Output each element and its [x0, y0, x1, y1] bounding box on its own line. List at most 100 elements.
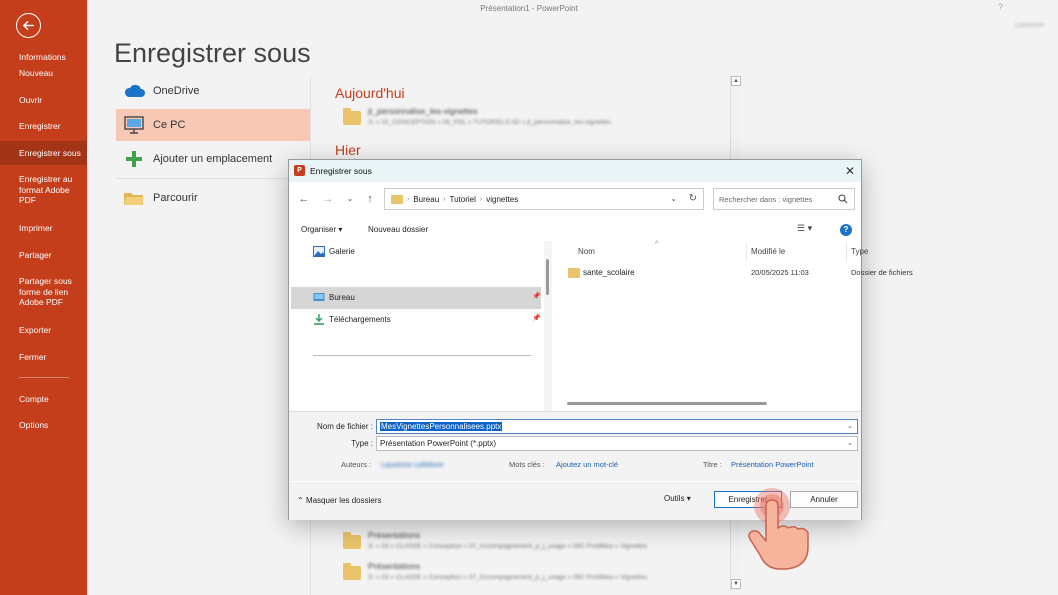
scroll-down-button[interactable]: ▼ — [731, 579, 741, 589]
nav-item-telechargements[interactable]: Téléchargements 📌 — [291, 309, 541, 331]
authors-value[interactable]: Laurence Lefebvre — [381, 460, 444, 469]
folder-icon — [343, 108, 361, 125]
recent-folder[interactable]: Présentations S: » 03 » CLASSE » Concept… — [343, 561, 723, 591]
navigation-pane: Galerie Bureau 📌 Téléchargements 📌 — [289, 241, 543, 411]
account-name[interactable]: Laurence — [1015, 22, 1044, 29]
title-value[interactable]: Présentation PowerPoint — [731, 460, 814, 469]
rail-item-exporter[interactable]: Exporter — [0, 325, 87, 336]
refresh-icon[interactable]: ↻ — [689, 193, 697, 204]
pin-icon[interactable]: 📌 — [532, 314, 541, 322]
rail-item-informations[interactable]: Informations — [0, 52, 87, 63]
plus-icon — [121, 149, 147, 169]
location-divider — [116, 178, 310, 179]
location-browse[interactable]: Parcourir — [116, 182, 310, 214]
caret-down-icon: ▾ — [686, 494, 691, 503]
scroll-up-button[interactable]: ▲ — [731, 76, 741, 86]
window-title: Présentation1 - PowerPoint — [480, 4, 578, 13]
organize-menu[interactable]: Organiser ▾ — [301, 225, 342, 234]
forward-arrow-icon[interactable]: → — [321, 192, 335, 206]
hide-folders-toggle[interactable]: ⌃ Masquer les dossiers — [297, 496, 382, 505]
up-arrow-icon[interactable]: ↑ — [363, 192, 377, 206]
folder-icon — [343, 563, 361, 580]
recent-folder[interactable]: Présentations S: » 03 » CLASSE » Concept… — [343, 530, 723, 560]
column-header-modified[interactable]: Modifié le — [751, 247, 785, 256]
tags-value[interactable]: Ajoutez un mot-clé — [556, 460, 618, 469]
save-button[interactable]: Enregistrer — [714, 491, 782, 508]
save-form: Nom de fichier : MesVignettesPersonnalis… — [289, 411, 861, 481]
nav-item-bureau[interactable]: Bureau 📌 — [291, 287, 541, 309]
chevron-down-icon[interactable]: ⌄ — [670, 194, 677, 203]
tools-menu[interactable]: Outils ▾ — [664, 494, 691, 503]
scroll-thumb[interactable] — [546, 259, 549, 295]
nav-scrollbar[interactable] — [544, 241, 552, 411]
nav-item-galerie[interactable]: Galerie — [291, 241, 541, 263]
save-as-dialog: P Enregistrer sous ✕ ← → ⌄ ↑ › Bureau › … — [288, 159, 913, 520]
search-icon[interactable] — [838, 194, 848, 204]
back-button[interactable] — [16, 13, 41, 38]
pin-icon[interactable]: 📌 — [532, 292, 541, 300]
cloud-icon — [121, 81, 147, 101]
help-icon[interactable]: ? — [840, 224, 852, 236]
breadcrumb-vignettes[interactable]: vignettes — [482, 195, 522, 204]
location-label: Ajouter un emplacement — [153, 153, 273, 165]
rail-item-enregistrer-pdf[interactable]: Enregistrer au format Adobe PDF — [0, 174, 80, 206]
dialog-title: Enregistrer sous — [310, 166, 372, 176]
column-header-name[interactable]: Nom — [578, 247, 595, 256]
breadcrumb-bureau[interactable]: Bureau — [409, 195, 443, 204]
caret-down-icon: ▾ — [338, 225, 343, 234]
file-row[interactable]: sante_scolaire 20/05/2025 11:03 Dossier … — [553, 265, 913, 281]
location-onedrive[interactable]: OneDrive — [116, 75, 310, 107]
desktop-icon — [313, 293, 325, 301]
rail-item-partager-pdf[interactable]: Partager sous forme de lien Adobe PDF — [0, 276, 78, 308]
close-button[interactable]: ✕ — [842, 163, 858, 179]
rail-item-enregistrer-sous[interactable]: Enregistrer sous — [0, 141, 87, 165]
powerpoint-icon: P — [294, 165, 305, 176]
rail-item-nouveau[interactable]: Nouveau — [0, 68, 87, 79]
rail-item-partager[interactable]: Partager — [0, 250, 87, 261]
backstage-rail: Informations Nouveau Ouvrir Enregistrer … — [0, 0, 87, 595]
breadcrumb-tutoriel[interactable]: Tutoriel — [445, 195, 479, 204]
type-label: Type : — [351, 439, 373, 448]
dialog-footer: ⌃ Masquer les dossiers Outils ▾ Enregist… — [289, 482, 861, 520]
nav-divider — [313, 355, 531, 356]
file-type-select[interactable]: Présentation PowerPoint (*.pptx) ⌄ — [376, 436, 858, 451]
folder-icon — [391, 194, 403, 204]
command-bar: Organiser ▾ Nouveau dossier ☰ ▾ ? — [289, 220, 861, 240]
location-ce-pc[interactable]: Ce PC — [116, 109, 310, 141]
rail-item-ouvrir[interactable]: Ouvrir — [0, 95, 87, 106]
folder-open-icon — [121, 188, 147, 208]
folder-icon — [568, 268, 580, 278]
back-arrow-icon[interactable]: ← — [297, 192, 311, 206]
rail-item-options[interactable]: Options — [0, 420, 87, 431]
chevron-down-icon[interactable]: ⌄ — [847, 422, 853, 430]
new-folder-button[interactable]: Nouveau dossier — [368, 225, 428, 234]
location-add-place[interactable]: Ajouter un emplacement — [116, 143, 310, 175]
search-field[interactable] — [713, 188, 855, 210]
rail-item-imprimer[interactable]: Imprimer — [0, 223, 87, 234]
address-bar[interactable]: › Bureau › Tutoriel › vignettes ⌄ ↻ — [384, 188, 704, 210]
location-label: Ce PC — [153, 119, 186, 131]
recent-heading-yesterday: Hier — [335, 142, 361, 158]
tags-label: Mots clés : — [509, 460, 545, 469]
computer-icon — [121, 115, 147, 135]
search-input[interactable] — [719, 192, 829, 206]
chevron-down-icon[interactable]: ⌄ — [343, 192, 357, 206]
recent-folder[interactable]: jt_personnalise_les-vignettes S: » 02_CO… — [343, 106, 723, 136]
view-options-icon[interactable]: ☰ ▾ — [797, 223, 812, 234]
caret-up-icon: ⌃ — [297, 496, 304, 505]
rail-item-enregistrer[interactable]: Enregistrer — [0, 121, 87, 132]
authors-label: Auteurs : — [341, 460, 372, 469]
rail-item-compte[interactable]: Compte — [0, 394, 87, 405]
help-button[interactable]: ? — [998, 2, 1003, 12]
rail-item-fermer[interactable]: Fermer — [0, 352, 87, 363]
horizontal-scrollbar[interactable] — [567, 402, 767, 405]
column-header-type[interactable]: Type — [851, 247, 868, 256]
dialog-titlebar[interactable]: P Enregistrer sous ✕ — [289, 160, 861, 182]
cancel-button[interactable]: Annuler — [790, 491, 858, 508]
folder-icon — [343, 532, 361, 549]
chevron-down-icon: ⌄ — [847, 440, 853, 447]
sort-caret-icon: ^ — [655, 241, 659, 248]
recent-heading-today: Aujourd'hui — [335, 85, 405, 101]
file-list: ^ Nom Modifié le Type sante_scolaire 20/… — [553, 241, 913, 411]
filename-input[interactable]: MesVignettesPersonnalisees.pptx ⌄ — [376, 419, 858, 434]
